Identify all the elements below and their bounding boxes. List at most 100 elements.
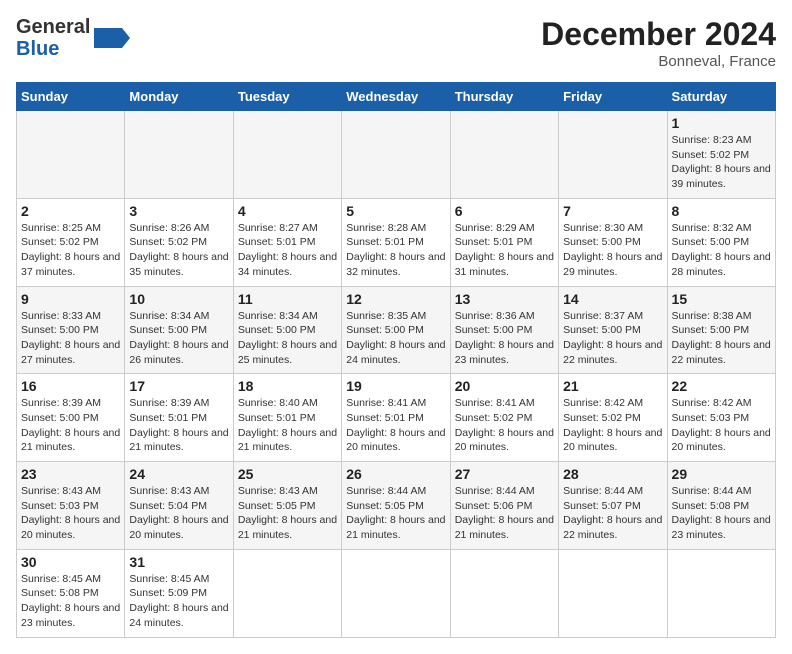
day-number: 12 bbox=[346, 291, 445, 307]
day-info: Sunrise: 8:41 AMSunset: 5:02 PMDaylight:… bbox=[455, 396, 554, 455]
day-number: 16 bbox=[21, 378, 120, 394]
calendar-week-row: 30 Sunrise: 8:45 AMSunset: 5:08 PMDayligh… bbox=[17, 549, 776, 637]
calendar-cell: 29Sunrise: 8:44 AMSunset: 5:08 PMDayligh… bbox=[667, 462, 775, 550]
day-info: Sunrise: 8:36 AMSunset: 5:00 PMDaylight:… bbox=[455, 309, 554, 368]
calendar-cell bbox=[450, 111, 558, 199]
day-number: 21 bbox=[563, 378, 662, 394]
calendar-cell bbox=[125, 111, 233, 199]
calendar-cell: 11 Sunrise: 8:34 AMSunset: 5:00 PMDayligh… bbox=[233, 286, 341, 374]
calendar-cell bbox=[17, 111, 125, 199]
calendar-cell: 22Sunrise: 8:42 AMSunset: 5:03 PMDayligh… bbox=[667, 374, 775, 462]
day-info: Sunrise: 8:29 AMSunset: 5:01 PMDaylight:… bbox=[455, 221, 554, 280]
calendar-cell: 23 Sunrise: 8:43 AMSunset: 5:03 PMDayligh… bbox=[17, 462, 125, 550]
month-year-title: December 2024 bbox=[541, 16, 776, 53]
day-info: Sunrise: 8:42 AMSunset: 5:03 PMDaylight:… bbox=[672, 396, 771, 455]
calendar-cell: 14Sunrise: 8:37 AMSunset: 5:00 PMDayligh… bbox=[559, 286, 667, 374]
calendar-cell: 1 Sunrise: 8:23 AMSunset: 5:02 PMDaylight… bbox=[667, 111, 775, 199]
day-info: Sunrise: 8:41 AMSunset: 5:01 PMDaylight:… bbox=[346, 396, 445, 455]
day-info: Sunrise: 8:39 AMSunset: 5:01 PMDaylight:… bbox=[129, 396, 228, 455]
calendar-cell: 3 Sunrise: 8:26 AMSunset: 5:02 PMDaylight… bbox=[125, 198, 233, 286]
day-info: Sunrise: 8:39 AMSunset: 5:00 PMDaylight:… bbox=[21, 396, 120, 455]
logo-line1: General bbox=[16, 16, 90, 38]
day-header-friday: Friday bbox=[559, 83, 667, 111]
day-info: Sunrise: 8:43 AMSunset: 5:04 PMDaylight:… bbox=[129, 484, 228, 543]
day-info: Sunrise: 8:23 AMSunset: 5:02 PMDaylight:… bbox=[672, 133, 771, 192]
calendar-cell: 12 Sunrise: 8:35 AMSunset: 5:00 PMDayligh… bbox=[342, 286, 450, 374]
day-number: 15 bbox=[672, 291, 771, 307]
day-info: Sunrise: 8:26 AMSunset: 5:02 PMDaylight:… bbox=[129, 221, 228, 280]
day-info: Sunrise: 8:44 AMSunset: 5:06 PMDaylight:… bbox=[455, 484, 554, 543]
calendar-cell: 28Sunrise: 8:44 AMSunset: 5:07 PMDayligh… bbox=[559, 462, 667, 550]
day-number: 13 bbox=[455, 291, 554, 307]
day-info: Sunrise: 8:44 AMSunset: 5:05 PMDaylight:… bbox=[346, 484, 445, 543]
day-number: 4 bbox=[238, 203, 337, 219]
calendar-cell: 27 Sunrise: 8:44 AMSunset: 5:06 PMDayligh… bbox=[450, 462, 558, 550]
calendar-cell: 31Sunrise: 8:45 AMSunset: 5:09 PMDayligh… bbox=[125, 549, 233, 637]
day-number: 2 bbox=[21, 203, 120, 219]
day-info: Sunrise: 8:34 AMSunset: 5:00 PMDaylight:… bbox=[238, 309, 337, 368]
day-number: 18 bbox=[238, 378, 337, 394]
day-number: 3 bbox=[129, 203, 228, 219]
day-info: Sunrise: 8:28 AMSunset: 5:01 PMDaylight:… bbox=[346, 221, 445, 280]
day-info: Sunrise: 8:37 AMSunset: 5:00 PMDaylight:… bbox=[563, 309, 662, 368]
day-info: Sunrise: 8:25 AMSunset: 5:02 PMDaylight:… bbox=[21, 221, 120, 280]
calendar-cell: 17 Sunrise: 8:39 AMSunset: 5:01 PMDayligh… bbox=[125, 374, 233, 462]
day-header-thursday: Thursday bbox=[450, 83, 558, 111]
calendar-header-row: SundayMondayTuesdayWednesdayThursdayFrid… bbox=[17, 83, 776, 111]
calendar-cell bbox=[233, 111, 341, 199]
calendar-cell: 8 Sunrise: 8:32 AMSunset: 5:00 PMDaylight… bbox=[667, 198, 775, 286]
day-header-sunday: Sunday bbox=[17, 83, 125, 111]
day-number: 1 bbox=[672, 115, 771, 131]
logo: General Blue bbox=[16, 16, 130, 60]
day-info: Sunrise: 8:30 AMSunset: 5:00 PMDaylight:… bbox=[563, 221, 662, 280]
calendar-cell: 6 Sunrise: 8:29 AMSunset: 5:01 PMDaylight… bbox=[450, 198, 558, 286]
day-info: Sunrise: 8:38 AMSunset: 5:00 PMDaylight:… bbox=[672, 309, 771, 368]
day-info: Sunrise: 8:33 AMSunset: 5:00 PMDaylight:… bbox=[21, 309, 120, 368]
day-number: 8 bbox=[672, 203, 771, 219]
calendar-cell bbox=[342, 549, 450, 637]
day-header-saturday: Saturday bbox=[667, 83, 775, 111]
logo-icon bbox=[94, 24, 130, 52]
calendar-cell bbox=[342, 111, 450, 199]
day-number: 30 bbox=[21, 554, 120, 570]
calendar-cell bbox=[667, 549, 775, 637]
day-number: 11 bbox=[238, 291, 337, 307]
day-header-monday: Monday bbox=[125, 83, 233, 111]
day-info: Sunrise: 8:42 AMSunset: 5:02 PMDaylight:… bbox=[563, 396, 662, 455]
day-number: 6 bbox=[455, 203, 554, 219]
calendar-week-row: 1 Sunrise: 8:23 AMSunset: 5:02 PMDaylight… bbox=[17, 111, 776, 199]
calendar-cell: 2 Sunrise: 8:25 AMSunset: 5:02 PMDaylight… bbox=[17, 198, 125, 286]
calendar-cell: 30 Sunrise: 8:45 AMSunset: 5:08 PMDayligh… bbox=[17, 549, 125, 637]
calendar-cell: 21 Sunrise: 8:42 AMSunset: 5:02 PMDayligh… bbox=[559, 374, 667, 462]
day-number: 26 bbox=[346, 466, 445, 482]
day-info: Sunrise: 8:27 AMSunset: 5:01 PMDaylight:… bbox=[238, 221, 337, 280]
calendar-week-row: 23 Sunrise: 8:43 AMSunset: 5:03 PMDayligh… bbox=[17, 462, 776, 550]
calendar-cell: 15 Sunrise: 8:38 AMSunset: 5:00 PMDayligh… bbox=[667, 286, 775, 374]
calendar-week-row: 2 Sunrise: 8:25 AMSunset: 5:02 PMDaylight… bbox=[17, 198, 776, 286]
day-info: Sunrise: 8:32 AMSunset: 5:00 PMDaylight:… bbox=[672, 221, 771, 280]
day-info: Sunrise: 8:35 AMSunset: 5:00 PMDaylight:… bbox=[346, 309, 445, 368]
calendar-cell bbox=[450, 549, 558, 637]
calendar-cell: 16 Sunrise: 8:39 AMSunset: 5:00 PMDayligh… bbox=[17, 374, 125, 462]
day-number: 27 bbox=[455, 466, 554, 482]
day-number: 29 bbox=[672, 466, 771, 482]
day-number: 9 bbox=[21, 291, 120, 307]
day-info: Sunrise: 8:34 AMSunset: 5:00 PMDaylight:… bbox=[129, 309, 228, 368]
calendar-cell: 5Sunrise: 8:28 AMSunset: 5:01 PMDaylight… bbox=[342, 198, 450, 286]
day-info: Sunrise: 8:45 AMSunset: 5:08 PMDaylight:… bbox=[21, 572, 120, 631]
calendar-cell: 18Sunrise: 8:40 AMSunset: 5:01 PMDayligh… bbox=[233, 374, 341, 462]
day-number: 31 bbox=[129, 554, 228, 570]
day-number: 25 bbox=[238, 466, 337, 482]
calendar-week-row: 16 Sunrise: 8:39 AMSunset: 5:00 PMDayligh… bbox=[17, 374, 776, 462]
day-number: 10 bbox=[129, 291, 228, 307]
day-number: 23 bbox=[21, 466, 120, 482]
calendar-cell: 25Sunrise: 8:43 AMSunset: 5:05 PMDayligh… bbox=[233, 462, 341, 550]
calendar-cell: 10 Sunrise: 8:34 AMSunset: 5:00 PMDayligh… bbox=[125, 286, 233, 374]
location-label: Bonneval, France bbox=[541, 53, 776, 70]
day-info: Sunrise: 8:43 AMSunset: 5:03 PMDaylight:… bbox=[21, 484, 120, 543]
calendar-table: SundayMondayTuesdayWednesdayThursdayFrid… bbox=[16, 82, 776, 638]
calendar-cell: 19Sunrise: 8:41 AMSunset: 5:01 PMDayligh… bbox=[342, 374, 450, 462]
calendar-cell: 4 Sunrise: 8:27 AMSunset: 5:01 PMDaylight… bbox=[233, 198, 341, 286]
day-number: 17 bbox=[129, 378, 228, 394]
calendar-cell: 9 Sunrise: 8:33 AMSunset: 5:00 PMDaylight… bbox=[17, 286, 125, 374]
